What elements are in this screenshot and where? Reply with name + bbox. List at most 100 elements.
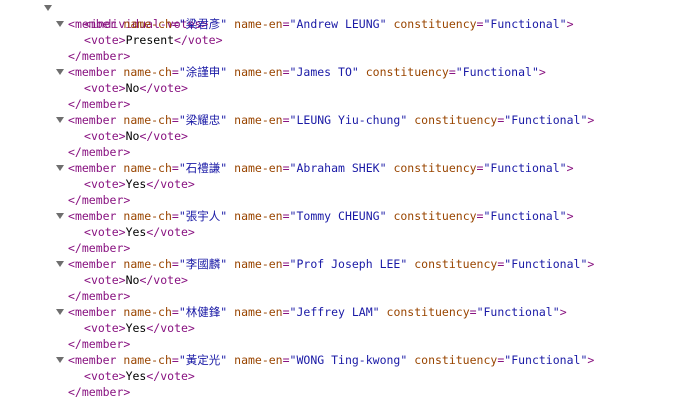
attr-name-en: name-en xyxy=(234,209,283,223)
member-open-tag: <member xyxy=(68,353,117,367)
collapse-triangle-icon[interactable] xyxy=(56,261,64,267)
attr-value-constituency: "Functional" xyxy=(483,161,567,175)
attr-name-ch: name-ch xyxy=(123,17,172,31)
vote-line: <vote>Yes</vote> xyxy=(0,320,673,336)
vote-value: No xyxy=(125,273,140,287)
attr-value-name-en: "James TO" xyxy=(289,65,359,79)
member-close-line: </member> xyxy=(0,96,673,112)
attr-value-name-ch: "涂謹申" xyxy=(178,65,228,79)
member-tag-name: member xyxy=(74,353,117,367)
attr-value-constituency: "Functional" xyxy=(455,65,539,79)
collapse-triangle-icon[interactable] xyxy=(56,213,64,219)
member-tag-name: member xyxy=(74,113,117,127)
member-node: <member name-ch="梁君彥" name-en="Andrew LE… xyxy=(0,16,673,64)
attr-value-constituency: "Functional" xyxy=(504,113,588,127)
attr-value-constituency: "Functional" xyxy=(483,17,567,31)
vote-open-tag: <vote> xyxy=(84,273,126,287)
member-node: <member name-ch="涂謹申" name-en="James TO"… xyxy=(0,64,673,112)
attr-constituency: constituency xyxy=(386,305,470,319)
vote-value: No xyxy=(125,129,140,143)
member-close-tag: </member> xyxy=(68,385,131,399)
vote-close-tag: </vote> xyxy=(139,81,188,95)
member-tag-name: member xyxy=(74,17,117,31)
attr-constituency: constituency xyxy=(393,17,477,31)
member-tag-name: member xyxy=(74,257,117,271)
member-open-line: <member name-ch="張宇人" name-en="Tommy CHE… xyxy=(0,208,673,224)
attr-name-ch: name-ch xyxy=(123,161,172,175)
vote-value: Yes xyxy=(125,177,147,191)
attr-value-name-ch: "黃定光" xyxy=(178,353,228,367)
attr-name-ch: name-ch xyxy=(123,257,172,271)
collapse-triangle-icon[interactable] xyxy=(44,5,52,11)
xml-tree-viewer: <individual-votes> <member name-ch="梁君彥"… xyxy=(0,0,673,400)
member-open-tag: <member xyxy=(68,257,117,271)
attr-name-ch: name-ch xyxy=(123,305,172,319)
collapse-triangle-icon[interactable] xyxy=(56,21,64,27)
member-list: <member name-ch="梁君彥" name-en="Andrew LE… xyxy=(0,16,673,400)
member-close-line: </member> xyxy=(0,288,673,304)
attr-value-constituency: "Functional" xyxy=(504,257,588,271)
attr-constituency: constituency xyxy=(414,113,498,127)
vote-line: <vote>Present</vote> xyxy=(0,32,673,48)
vote-line: <vote>No</vote> xyxy=(0,128,673,144)
member-node: <member name-ch="張宇人" name-en="Tommy CHE… xyxy=(0,208,673,256)
vote-close-tag: </vote> xyxy=(146,225,195,239)
vote-line: <vote>No</vote> xyxy=(0,80,673,96)
vote-close-tag: </vote> xyxy=(139,273,188,287)
vote-open-tag: <vote> xyxy=(84,177,126,191)
attr-constituency: constituency xyxy=(393,209,477,223)
member-open-line: <member name-ch="梁耀忠" name-en="LEUNG Yiu… xyxy=(0,112,673,128)
attr-constituency: constituency xyxy=(414,257,498,271)
vote-line: <vote>No</vote> xyxy=(0,272,673,288)
collapse-triangle-icon[interactable] xyxy=(56,69,64,75)
vote-value: Yes xyxy=(125,321,147,335)
collapse-triangle-icon[interactable] xyxy=(56,309,64,315)
member-tag-name: member xyxy=(74,209,117,223)
member-close-tag: </member> xyxy=(68,289,131,303)
member-tag-name: member xyxy=(74,65,117,79)
attr-name-en: name-en xyxy=(234,65,283,79)
vote-close-tag: </vote> xyxy=(146,321,195,335)
collapse-triangle-icon[interactable] xyxy=(56,165,64,171)
vote-value: No xyxy=(125,81,140,95)
member-open-line: <member name-ch="林健鋒" name-en="Jeffrey L… xyxy=(0,304,673,320)
vote-open-tag: <vote> xyxy=(84,33,126,47)
attr-name-en: name-en xyxy=(234,161,283,175)
attr-name-en: name-en xyxy=(234,353,283,367)
attr-constituency: constituency xyxy=(365,65,449,79)
member-node: <member name-ch="梁耀忠" name-en="LEUNG Yiu… xyxy=(0,112,673,160)
member-close-tag: </member> xyxy=(68,241,131,255)
member-close-line: </member> xyxy=(0,240,673,256)
member-close-line: </member> xyxy=(0,384,673,400)
member-open-line: <member name-ch="涂謹申" name-en="James TO"… xyxy=(0,64,673,80)
member-open-tag: <member xyxy=(68,161,117,175)
attr-value-name-ch: "張宇人" xyxy=(178,209,228,223)
member-close-tag: </member> xyxy=(68,97,131,111)
member-open-tag: <member xyxy=(68,65,117,79)
collapse-triangle-icon[interactable] xyxy=(56,357,64,363)
attr-value-name-en: "Prof Joseph LEE" xyxy=(289,257,408,271)
attr-value-name-ch: "梁耀忠" xyxy=(178,113,228,127)
attr-constituency: constituency xyxy=(393,161,477,175)
member-open-tag: <member xyxy=(68,113,117,127)
attr-value-constituency: "Functional" xyxy=(476,305,560,319)
member-close-line: </member> xyxy=(0,192,673,208)
member-close-tag: </member> xyxy=(68,145,131,159)
attr-value-name-en: "Andrew LEUNG" xyxy=(289,17,387,31)
member-close-line: </member> xyxy=(0,336,673,352)
vote-value: Yes xyxy=(125,369,147,383)
attr-value-name-ch: "李國麟" xyxy=(178,257,228,271)
member-close-line: </member> xyxy=(0,48,673,64)
attr-name-en: name-en xyxy=(234,17,283,31)
collapse-triangle-icon[interactable] xyxy=(56,117,64,123)
member-tag-name: member xyxy=(74,161,117,175)
attr-value-name-en: "WONG Ting-kwong" xyxy=(289,353,408,367)
member-node: <member name-ch="李國麟" name-en="Prof Jose… xyxy=(0,256,673,304)
attr-value-name-en: "Jeffrey LAM" xyxy=(289,305,380,319)
vote-open-tag: <vote> xyxy=(84,81,126,95)
member-open-line: <member name-ch="李國麟" name-en="Prof Jose… xyxy=(0,256,673,272)
member-open-line: <member name-ch="石禮謙" name-en="Abraham S… xyxy=(0,160,673,176)
vote-open-tag: <vote> xyxy=(84,129,126,143)
vote-close-tag: </vote> xyxy=(146,369,195,383)
member-open-tag: <member xyxy=(68,209,117,223)
